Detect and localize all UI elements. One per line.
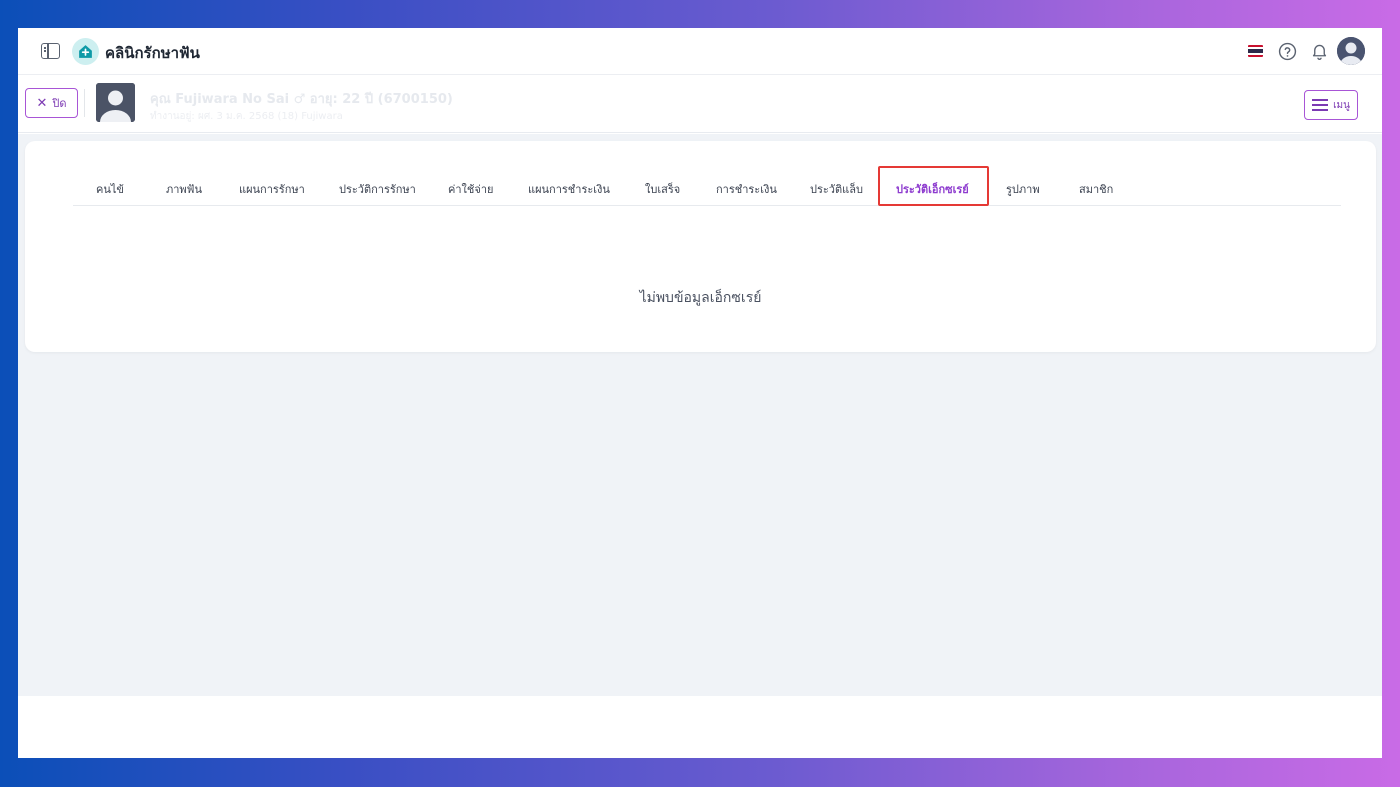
divider xyxy=(84,89,85,117)
patient-card: คนไข้ ภาพฟัน แผนการรักษา ประวัติการรักษา… xyxy=(25,141,1376,352)
tab-bar: คนไข้ ภาพฟัน แผนการรักษา ประวัติการรักษา… xyxy=(73,166,1341,206)
user-avatar[interactable] xyxy=(1337,37,1365,65)
sidebar-toggle-icon[interactable] xyxy=(41,43,60,59)
close-icon: ✕ xyxy=(36,95,48,111)
patient-name: คุณ Fujiwara No Sai ♂ อายุ: 22 ปี (67001… xyxy=(150,92,453,107)
tab-treatment-history[interactable]: ประวัติการรักษา xyxy=(339,180,416,198)
tab-payments[interactable]: การชำระเงิน xyxy=(716,180,777,198)
close-button[interactable]: ✕ ปิด xyxy=(25,88,78,118)
tab-dental-chart[interactable]: ภาพฟัน xyxy=(166,180,202,198)
help-icon[interactable] xyxy=(1278,42,1297,61)
tab-expenses[interactable]: ค่าใช้จ่าย xyxy=(448,180,493,198)
top-bar: คลินิกรักษาฟัน xyxy=(18,28,1382,75)
empty-state-message: ไม่พบข้อมูลเอ็กซเรย์ xyxy=(639,290,762,306)
menu-button[interactable]: เมนู xyxy=(1304,90,1358,120)
tab-receipts[interactable]: ใบเสร็จ xyxy=(645,180,680,198)
tab-lab-history[interactable]: ประวัติแล็บ xyxy=(810,180,863,198)
tab-patient[interactable]: คนไข้ xyxy=(96,180,124,198)
tab-treatment-plan[interactable]: แผนการรักษา xyxy=(239,180,305,198)
hamburger-icon xyxy=(1312,99,1329,111)
app-title: คลินิกรักษาฟัน xyxy=(105,44,200,62)
clinic-logo-icon xyxy=(72,38,99,65)
patient-subtitle: ทำงานอยู่: ผศ. 3 ม.ค. 2568 (18) Fujiwara xyxy=(150,111,343,122)
tab-payment-plan[interactable]: แผนการชำระเงิน xyxy=(528,180,610,198)
tab-membership[interactable]: สมาชิก xyxy=(1079,180,1113,198)
bell-icon[interactable] xyxy=(1310,41,1329,61)
menu-label: เมนู xyxy=(1333,99,1350,111)
tab-photos[interactable]: รูปภาพ xyxy=(1006,180,1040,198)
thai-flag-icon[interactable] xyxy=(1248,45,1263,57)
patient-avatar xyxy=(96,83,135,122)
tab-xray-history[interactable]: ประวัติเอ็กซเรย์ xyxy=(896,180,969,198)
footer-area xyxy=(18,696,1382,758)
app-window: คลินิกรักษาฟัน ✕ ปิด คุณ Fujiwara No Sai… xyxy=(18,28,1382,758)
patient-bar: ✕ ปิด คุณ Fujiwara No Sai ♂ อายุ: 22 ปี … xyxy=(18,75,1382,133)
close-label: ปิด xyxy=(52,97,67,110)
